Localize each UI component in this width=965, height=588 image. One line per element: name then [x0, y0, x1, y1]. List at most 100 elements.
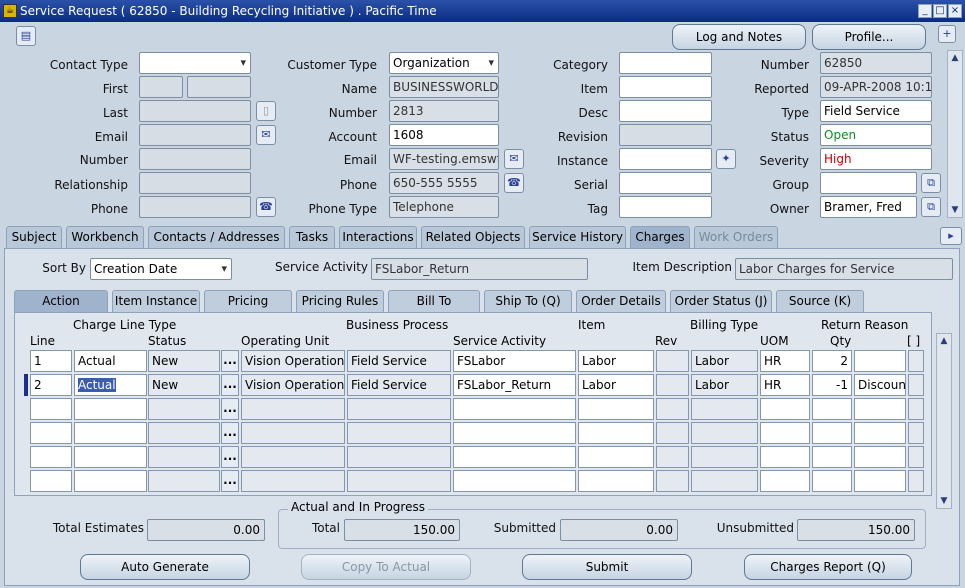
rev-cell[interactable] [656, 446, 689, 468]
operating-unit-cell[interactable] [241, 422, 345, 444]
table-scrollbar[interactable]: ▲ ▼ [936, 333, 952, 509]
tab-contacts-addresses[interactable]: Contacts / Addresses [148, 226, 285, 248]
profile-button[interactable]: Profile... [812, 24, 926, 50]
group-lookup-icon[interactable]: ⧉ [921, 173, 941, 193]
return-reason-cell[interactable] [854, 422, 906, 444]
subtab-order-status[interactable]: Order Status (J) [670, 290, 772, 312]
row-lov-button[interactable]: ... [221, 350, 239, 372]
uom-cell[interactable] [760, 470, 810, 492]
customer-phone-field[interactable]: 650-555 5555 [389, 172, 499, 194]
submit-button[interactable]: Submit [522, 554, 692, 580]
auto-generate-button[interactable]: Auto Generate [80, 554, 250, 580]
service-activity-cell[interactable]: FSLabor [453, 350, 576, 372]
business-process-cell[interactable]: Field Service [347, 350, 451, 372]
row-lov-button[interactable]: ... [221, 374, 239, 396]
line-cell[interactable]: 1 [30, 350, 72, 372]
qty-cell[interactable] [812, 470, 852, 492]
rev-cell[interactable] [656, 422, 689, 444]
charge-line-type-cell[interactable]: Actual [74, 350, 147, 372]
header-scrollbar[interactable]: ▲ ▼ [947, 50, 963, 218]
reported-field[interactable]: 09-APR-2008 10:18 [820, 76, 932, 98]
rev-cell[interactable] [656, 350, 689, 372]
owner-field[interactable]: Bramer, Fred [820, 196, 917, 218]
revision-field[interactable] [619, 124, 712, 146]
charge-line-type-cell[interactable] [74, 398, 147, 420]
desc-field[interactable] [619, 100, 712, 122]
uom-cell[interactable] [760, 422, 810, 444]
expand-icon[interactable]: + [938, 25, 956, 43]
status-cell[interactable]: New [148, 350, 220, 372]
maximize-button[interactable]: □ [933, 4, 947, 18]
tab-service-history[interactable]: Service History [529, 226, 626, 248]
email-field[interactable] [139, 124, 251, 146]
qty-cell[interactable]: 2 [812, 350, 852, 372]
serial-field[interactable] [619, 172, 712, 194]
row-lov-button[interactable]: ... [221, 398, 239, 420]
row-select-box[interactable] [908, 446, 924, 468]
service-activity-cell[interactable] [453, 422, 576, 444]
billing-type-cell[interactable] [691, 422, 758, 444]
tab-scroll-right-icon[interactable]: ▸ [940, 227, 962, 245]
status-cell[interactable] [148, 398, 220, 420]
business-process-cell[interactable]: Field Service [347, 374, 451, 396]
line-cell[interactable] [30, 470, 72, 492]
tab-related-objects[interactable]: Related Objects [421, 226, 525, 248]
folder-icon[interactable]: ▤ [16, 26, 36, 46]
row-lov-button[interactable]: ... [221, 422, 239, 444]
qty-cell[interactable] [812, 422, 852, 444]
subtab-item-instance[interactable]: Item Instance [112, 290, 200, 312]
copy-to-actual-button[interactable]: Copy To Actual [301, 554, 471, 580]
first-field-a[interactable] [139, 76, 183, 98]
minimize-button[interactable]: _ [918, 4, 932, 18]
item-cell[interactable] [578, 446, 654, 468]
return-reason-cell[interactable]: Discount [854, 374, 906, 396]
tab-interactions[interactable]: Interactions [339, 226, 417, 248]
subtab-ship-to[interactable]: Ship To (Q) [484, 290, 572, 312]
account-field[interactable]: 1608 [389, 124, 499, 146]
tag-field[interactable] [619, 196, 712, 218]
return-reason-cell[interactable] [854, 470, 906, 492]
item-cell[interactable] [578, 398, 654, 420]
row-lov-button[interactable]: ... [221, 446, 239, 468]
owner-lookup-icon[interactable]: ⧉ [921, 197, 941, 217]
subtab-action[interactable]: Action [14, 290, 108, 312]
customer-name-field[interactable]: BUSINESSWORLD [389, 76, 499, 98]
item-cell[interactable] [578, 470, 654, 492]
request-number-field[interactable]: 62850 [820, 52, 932, 74]
scroll-up-icon[interactable]: ▲ [937, 334, 951, 348]
billing-type-cell[interactable] [691, 470, 758, 492]
close-button[interactable]: × [948, 4, 962, 18]
billing-type-cell[interactable] [691, 446, 758, 468]
row-select-box[interactable] [908, 422, 924, 444]
tab-charges[interactable]: Charges [630, 226, 690, 248]
group-field[interactable] [820, 172, 917, 194]
item-cell[interactable] [578, 422, 654, 444]
sort-by-select[interactable]: Creation Date [90, 258, 232, 280]
tab-work-orders[interactable]: Work Orders [694, 226, 778, 248]
tab-subject[interactable]: Subject [6, 226, 62, 248]
customer-number-field[interactable]: 2813 [389, 100, 499, 122]
status-cell[interactable] [148, 422, 220, 444]
uom-cell[interactable] [760, 446, 810, 468]
charge-line-type-cell[interactable] [74, 470, 147, 492]
rev-cell[interactable] [656, 470, 689, 492]
category-field[interactable] [619, 52, 712, 74]
subtab-pricing[interactable]: Pricing [204, 290, 292, 312]
operating-unit-cell[interactable] [241, 398, 345, 420]
row-select-box[interactable] [908, 398, 924, 420]
contact-type-select[interactable] [139, 52, 251, 74]
billing-type-cell[interactable] [691, 398, 758, 420]
rev-cell[interactable] [656, 398, 689, 420]
item-field[interactable] [619, 76, 712, 98]
service-activity-cell[interactable] [453, 398, 576, 420]
line-cell[interactable] [30, 398, 72, 420]
qty-cell[interactable] [812, 446, 852, 468]
customer-email-field[interactable]: WF-testing.emswf. [389, 148, 499, 170]
charge-line-type-cell[interactable]: Actual [74, 374, 147, 396]
return-reason-cell[interactable] [854, 398, 906, 420]
relationship-field[interactable] [139, 172, 251, 194]
item-cell[interactable]: Labor [578, 374, 654, 396]
line-cell[interactable] [30, 446, 72, 468]
contact-phone-field[interactable] [139, 196, 251, 218]
instance-field[interactable] [619, 148, 712, 170]
